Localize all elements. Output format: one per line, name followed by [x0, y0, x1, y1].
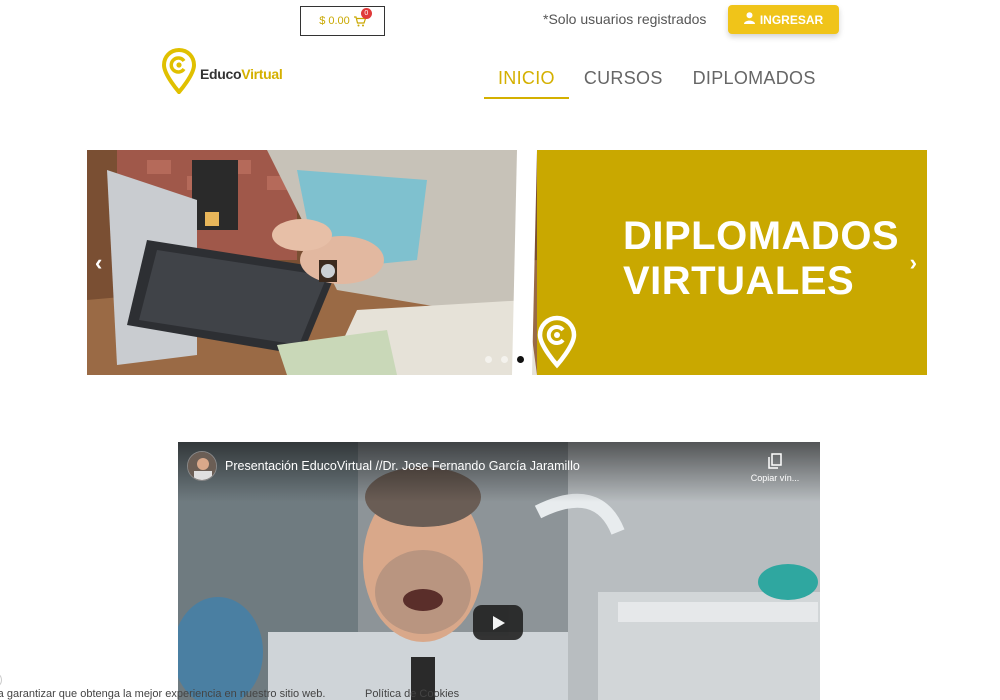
cart-icon: 0 [353, 7, 372, 27]
hero-line-1: DIPLOMADOS [623, 214, 900, 258]
login-button[interactable]: INGRESAR [728, 5, 839, 34]
play-button[interactable] [473, 605, 523, 640]
nav-cursos[interactable]: CURSOS [569, 68, 678, 99]
copy-link-button[interactable]: Copiar vín... [745, 453, 805, 483]
slider-dot-2[interactable] [501, 356, 508, 363]
login-label: INGRESAR [759, 12, 824, 27]
logo-text-educo: Educo [200, 65, 242, 82]
channel-avatar[interactable] [187, 451, 217, 481]
main-nav: INICIO CURSOS DIPLOMADOS [484, 68, 831, 99]
play-icon [493, 615, 505, 630]
video-title[interactable]: Presentación EducoVirtual //Dr. Jose Fer… [225, 459, 580, 473]
hero-line-2: VIRTUALES [623, 259, 855, 303]
nav-diplomados[interactable]: DIPLOMADOS [678, 68, 831, 99]
page: $ 0.00 0 *Solo usuarios registrados INGR… [0, 0, 1000, 700]
hero-photo [87, 150, 537, 375]
cart-button[interactable]: $ 0.00 0 [300, 6, 385, 36]
hero-headline: DIPLOMADOS VIRTUALES [623, 214, 899, 304]
copy-link-label: Copiar vín... [750, 473, 800, 483]
slide-logo-icon [537, 315, 577, 375]
hero-slider[interactable]: DIPLOMADOS VIRTUALES ‹ › [87, 150, 927, 375]
slider-dots [485, 356, 524, 363]
cart-count-badge: 0 [360, 7, 372, 19]
logo-pin-icon [161, 47, 197, 99]
video-embed[interactable]: Presentación EducoVirtual //Dr. Jose Fer… [178, 442, 820, 700]
slider-dot-1[interactable] [485, 356, 492, 363]
cookie-text: ra garantizar que obtenga la mejor exper… [0, 688, 326, 700]
user-icon [743, 12, 755, 27]
registered-users-note: *Solo usuarios registrados [543, 11, 707, 27]
cookie-policy-link[interactable]: Política de Cookies [365, 688, 459, 700]
copy-icon [768, 453, 782, 469]
cookie-settings-icon[interactable] [0, 672, 2, 688]
slider-next-arrow-icon[interactable]: › [910, 250, 917, 276]
slider-prev-arrow-icon[interactable]: ‹ [95, 250, 102, 276]
logo-text-virtual: Virtual [241, 65, 283, 82]
logo-text: EducoVirtual [200, 66, 283, 82]
site-logo[interactable]: EducoVirtual [161, 47, 283, 99]
cookie-bar: ra garantizar que obtenga la mejor exper… [0, 688, 1000, 700]
slider-dot-3[interactable] [517, 356, 524, 363]
cart-amount: $ 0.00 [319, 15, 350, 27]
nav-inicio[interactable]: INICIO [484, 68, 569, 99]
